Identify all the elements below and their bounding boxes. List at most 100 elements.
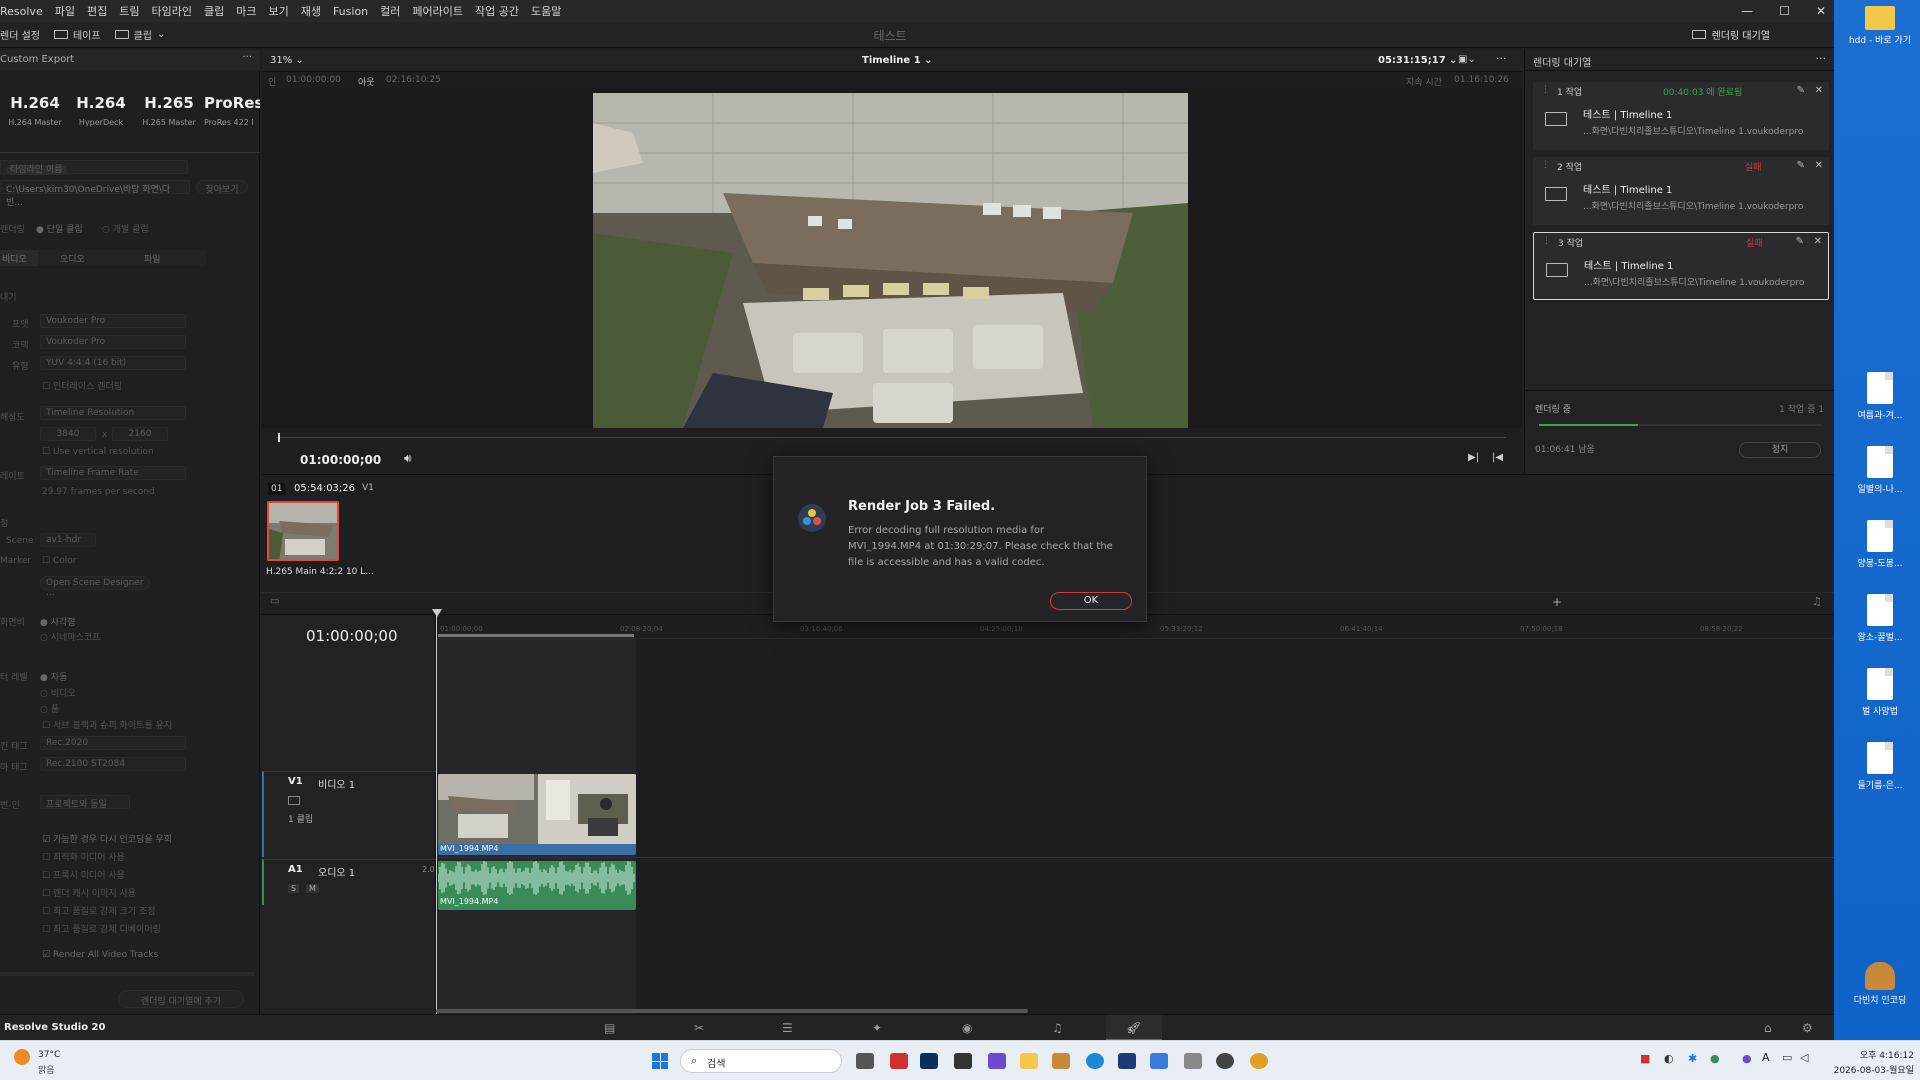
resolve-app-icon[interactable] [1118, 1053, 1136, 1069]
v1-video-clip[interactable]: MVI_1994.MP4 [438, 774, 636, 855]
edit-page-icon[interactable]: ☰ [782, 1021, 793, 1035]
menu-fusion[interactable]: Fusion [333, 5, 368, 18]
interlace-checkbox[interactable]: ☐ 인터레이스 렌더링 [42, 379, 122, 392]
clip-thumbnail[interactable] [267, 501, 339, 561]
menu-resolve[interactable]: Resolve [0, 5, 43, 18]
mute-button[interactable]: M [306, 884, 319, 893]
framerate-select[interactable]: Timeline Frame Rate [40, 466, 186, 480]
fairlight-page-icon[interactable]: ♫ [1052, 1021, 1063, 1035]
menu-fairlight[interactable]: 페어라이트 [412, 3, 463, 19]
last-frame-icon[interactable]: |◀ [1492, 452, 1503, 463]
menu-mark[interactable]: 마크 [236, 3, 256, 19]
color-page-icon[interactable]: ◉ [962, 1021, 972, 1035]
clip-button[interactable]: 클립 ⌄ [114, 27, 165, 42]
render-cache-checkbox[interactable]: ☐ 렌더 캐시 이미지 사용 [42, 886, 136, 899]
render-queue-button[interactable]: 렌더링 대기열 [1691, 27, 1770, 42]
timecode-select[interactable]: 05:31:15;17 ⌄ [1378, 55, 1458, 66]
edit-icon[interactable]: ✎ [1796, 236, 1804, 247]
open-scene-designer-button[interactable]: Open Scene Designer ... [40, 576, 150, 598]
desktop-file[interactable]: 벌 사양법 [1848, 668, 1912, 717]
more-options-icon[interactable]: ··· [1816, 52, 1827, 65]
render-job-2[interactable]: ⋮ 2 작업 실패 ✎ ✕ 테스트 | Timeline 1 ...화면\다빈치리졸… [1533, 157, 1829, 225]
type-select[interactable]: YUV 4:4:4 (16 bit) [40, 356, 186, 370]
timeline-select[interactable]: Timeline 1 ⌄ [862, 55, 933, 66]
gamma-tag-select[interactable]: Rec.2100 ST2084 [40, 757, 186, 771]
width-field[interactable]: 3840 [40, 427, 96, 441]
playhead-marker[interactable] [432, 609, 442, 617]
menu-view[interactable]: 보기 [268, 3, 288, 19]
individual-clips-radio[interactable]: ○ 개별 클립 [102, 222, 149, 235]
square-radio[interactable]: ● 사각형 [40, 615, 76, 628]
media-page-icon[interactable]: ▤ [604, 1021, 615, 1035]
menu-trim[interactable]: 트림 [119, 3, 139, 19]
preset-hyperdeck[interactable]: H.264 HyperDeck [66, 94, 136, 127]
a1-audio-clip[interactable]: MVI_1994.MP4 [438, 861, 636, 910]
single-clip-radio[interactable]: ● 단일 클립 [36, 222, 83, 235]
desktop-file[interactable]: 일별의-나... [1848, 446, 1912, 495]
render-job-3[interactable]: ⋮ 3 작업 실패 ✎ ✕ 테스트 | Timeline 1 ...화면\다빈치리졸… [1533, 232, 1829, 300]
stop-button[interactable]: 정지 [1739, 442, 1821, 458]
desktop-file[interactable]: 들기름-은... [1848, 742, 1912, 791]
weather-icon[interactable] [14, 1049, 30, 1065]
scrubber[interactable] [276, 437, 1506, 438]
auto-radio[interactable]: ● 자동 [40, 670, 67, 683]
tab-file[interactable]: 파일 [116, 250, 206, 266]
volume-icon[interactable]: ◁ [1800, 1051, 1808, 1064]
home-icon[interactable]: ⌂ [1764, 1021, 1772, 1035]
file-explorer-icon[interactable] [1020, 1053, 1038, 1069]
store-icon[interactable] [1150, 1053, 1168, 1069]
volume-icon[interactable]: 🔊︎ [404, 451, 412, 466]
fusion-page-icon[interactable]: ✦ [872, 1021, 882, 1035]
photoshop-icon[interactable] [920, 1053, 938, 1069]
menu-playback[interactable]: 재생 [301, 3, 321, 19]
edge-icon[interactable] [1086, 1053, 1104, 1069]
track-lock-icon[interactable] [288, 796, 300, 805]
viewer-mode-icon[interactable]: ▣⌄ [1458, 54, 1476, 65]
edit-icon[interactable]: ✎ [1797, 85, 1805, 96]
alien-app-icon[interactable] [1216, 1053, 1234, 1069]
more-options-icon[interactable]: ··· [1496, 52, 1507, 65]
desktop-shortcut-encoder[interactable]: 다빈치 인코딩 [1848, 962, 1912, 1006]
ime-indicator[interactable]: A [1762, 1051, 1770, 1064]
bypass-checkbox[interactable]: ☑ 가능한 경우 다시 인코딩을 우회 [42, 832, 172, 845]
deliver-page-tab[interactable]: 🚀︎ [1106, 1015, 1162, 1040]
tape-button[interactable]: 테이프 [53, 27, 101, 42]
vertical-res-checkbox[interactable]: ☐ Use vertical resolution [42, 447, 154, 457]
desktop-file[interactable]: 여름과-겨... [1848, 372, 1912, 421]
menu-timeline[interactable]: 타임라인 [151, 3, 191, 19]
desktop-file[interactable]: 양봉-도봉... [1848, 520, 1912, 569]
menu-edit[interactable]: 편집 [87, 3, 107, 19]
location-field[interactable]: C:\Users\kim30\OneDrive\바탕 화면\다빈... [0, 180, 190, 208]
calculator-icon[interactable] [1184, 1053, 1202, 1069]
data-burn-select[interactable]: 프로젝트와 동일 [40, 795, 130, 810]
drag-handle-icon[interactable]: ⋮ [1541, 160, 1550, 170]
timeline-scrollbar[interactable] [436, 1009, 1028, 1013]
network-icon[interactable]: ▭ [1782, 1051, 1792, 1064]
browse-button[interactable]: 찾아보기 [196, 180, 248, 195]
search-box[interactable]: ⌕ 검색 [680, 1049, 842, 1073]
minimize-icon[interactable]: — [1741, 4, 1753, 18]
add-icon[interactable]: + [1552, 595, 1562, 609]
more-options-icon[interactable]: ··· [242, 52, 252, 63]
timeline-view-icon[interactable]: ▭ [270, 596, 279, 607]
ok-button[interactable]: OK [1050, 592, 1132, 610]
force-debayer-checkbox[interactable]: ☐ 최고 품질로 강제 디베이어링 [42, 922, 161, 935]
preset-h265-master[interactable]: H.265 H.265 Master [134, 94, 204, 127]
tray-app-icon[interactable]: ■ [1640, 1052, 1650, 1065]
full-radio[interactable]: ○ 풀 [40, 702, 59, 715]
microphone-icon[interactable]: ● [1742, 1052, 1752, 1065]
desktop-shortcut-hdd[interactable]: hdd - 바로 가기 [1848, 6, 1912, 46]
filename-field[interactable]: 타임라인 이름 [0, 160, 188, 175]
menu-clip[interactable]: 클립 [204, 3, 224, 19]
playhead[interactable] [436, 615, 437, 1015]
task-view-icon[interactable] [856, 1053, 874, 1069]
menu-color[interactable]: 컬러 [380, 3, 400, 19]
render-settings-tab[interactable]: 렌더 설정 [0, 27, 40, 42]
menu-file[interactable]: 파일 [55, 3, 75, 19]
tray-app-icon[interactable]: ● [1710, 1052, 1720, 1065]
retain-checkbox[interactable]: ☐ 서브 블랙과 슈퍼 화이트를 유지 [42, 718, 172, 731]
scrubber-handle[interactable] [278, 433, 280, 442]
add-to-queue-button[interactable]: 렌더링 대기열에 추가 [118, 990, 244, 1008]
audio-app-icon[interactable] [954, 1053, 972, 1069]
close-icon[interactable]: ✕ [1815, 160, 1823, 171]
